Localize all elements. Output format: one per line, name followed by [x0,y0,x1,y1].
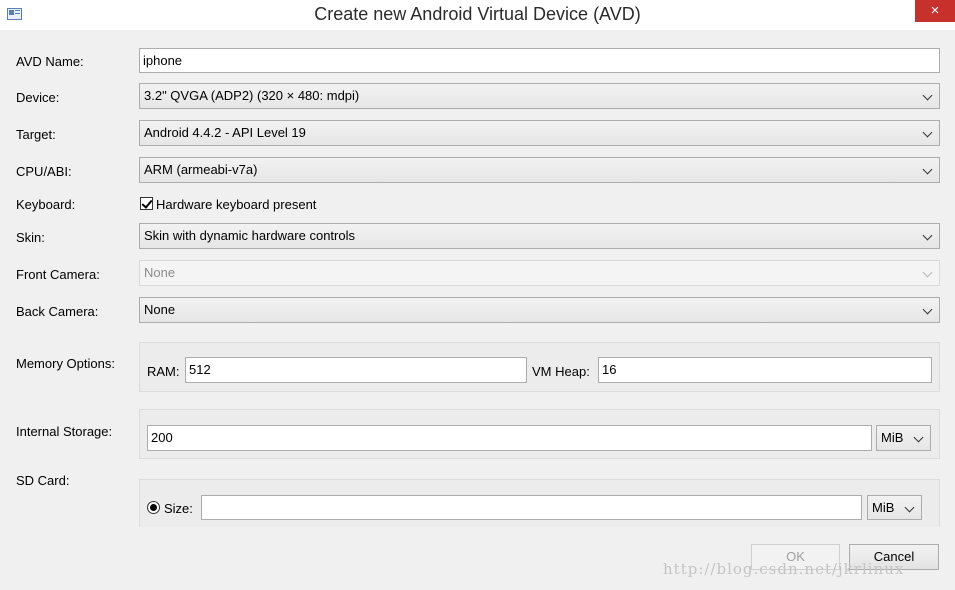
back-camera-select[interactable]: None [139,297,940,323]
watermark: http://blog.csdn.net/jkrlinux [663,560,905,578]
front-camera-select: None [139,260,940,286]
internal-storage-label: Internal Storage: [16,424,113,439]
back-camera-select-value: None [144,302,176,317]
sd-card-size-input[interactable] [201,495,862,520]
skin-select[interactable]: Skin with dynamic hardware controls [139,223,940,249]
chevron-down-icon [913,432,925,444]
vm-heap-label: VM Heap: [532,364,590,379]
internal-storage-unit-select[interactable]: MiB [876,425,931,451]
sd-card-label: SD Card: [16,473,70,488]
cpu-abi-label: CPU/ABI: [16,164,72,179]
chevron-down-icon [904,502,916,514]
chevron-down-icon [922,90,934,102]
dialog-content: AVD Name: iphone Device: 3.2" QVGA (ADP2… [5,31,950,590]
close-button[interactable]: × [915,0,955,22]
chevron-down-icon [922,164,934,176]
sd-card-unit-select[interactable]: MiB [867,495,922,520]
back-camera-label: Back Camera: [16,304,99,319]
sd-card-size-radio[interactable] [147,501,160,514]
internal-storage-input[interactable]: 200 [147,425,872,451]
avd-name-label: AVD Name: [16,54,84,69]
target-label: Target: [16,127,56,142]
device-label: Device: [16,90,60,105]
avd-name-input[interactable]: iphone [139,48,940,73]
skin-label: Skin: [16,230,45,245]
device-select-value: 3.2" QVGA (ADP2) (320 × 480: mdpi) [144,88,360,103]
chevron-down-icon [922,267,934,279]
chevron-down-icon [922,127,934,139]
cpu-abi-select[interactable]: ARM (armeabi-v7a) [139,157,940,183]
front-camera-label: Front Camera: [16,267,100,282]
ram-label: RAM: [147,364,180,379]
device-select[interactable]: 3.2" QVGA (ADP2) (320 × 480: mdpi) [139,83,940,109]
chevron-down-icon [922,304,934,316]
skin-select-value: Skin with dynamic hardware controls [144,228,355,243]
sd-card-unit-value: MiB [872,500,895,515]
sd-card-size-label: Size: [164,501,193,516]
keyboard-label: Keyboard: [16,197,76,212]
ram-input[interactable]: 512 [185,357,527,383]
title-bar: Create new Android Virtual Device (AVD) … [0,0,955,30]
target-select-value: Android 4.4.2 - API Level 19 [144,125,306,140]
cpu-abi-select-value: ARM (armeabi-v7a) [144,162,258,177]
vm-heap-input[interactable]: 16 [598,357,932,383]
hardware-keyboard-checkbox[interactable] [140,197,153,210]
hardware-keyboard-label[interactable]: Hardware keyboard present [156,197,316,212]
target-select[interactable]: Android 4.4.2 - API Level 19 [139,120,940,146]
chevron-down-icon [922,230,934,242]
front-camera-select-value: None [144,265,176,280]
window-title: Create new Android Virtual Device (AVD) [314,4,641,24]
memory-options-label: Memory Options: [16,356,115,371]
internal-storage-unit-value: MiB [881,430,904,445]
